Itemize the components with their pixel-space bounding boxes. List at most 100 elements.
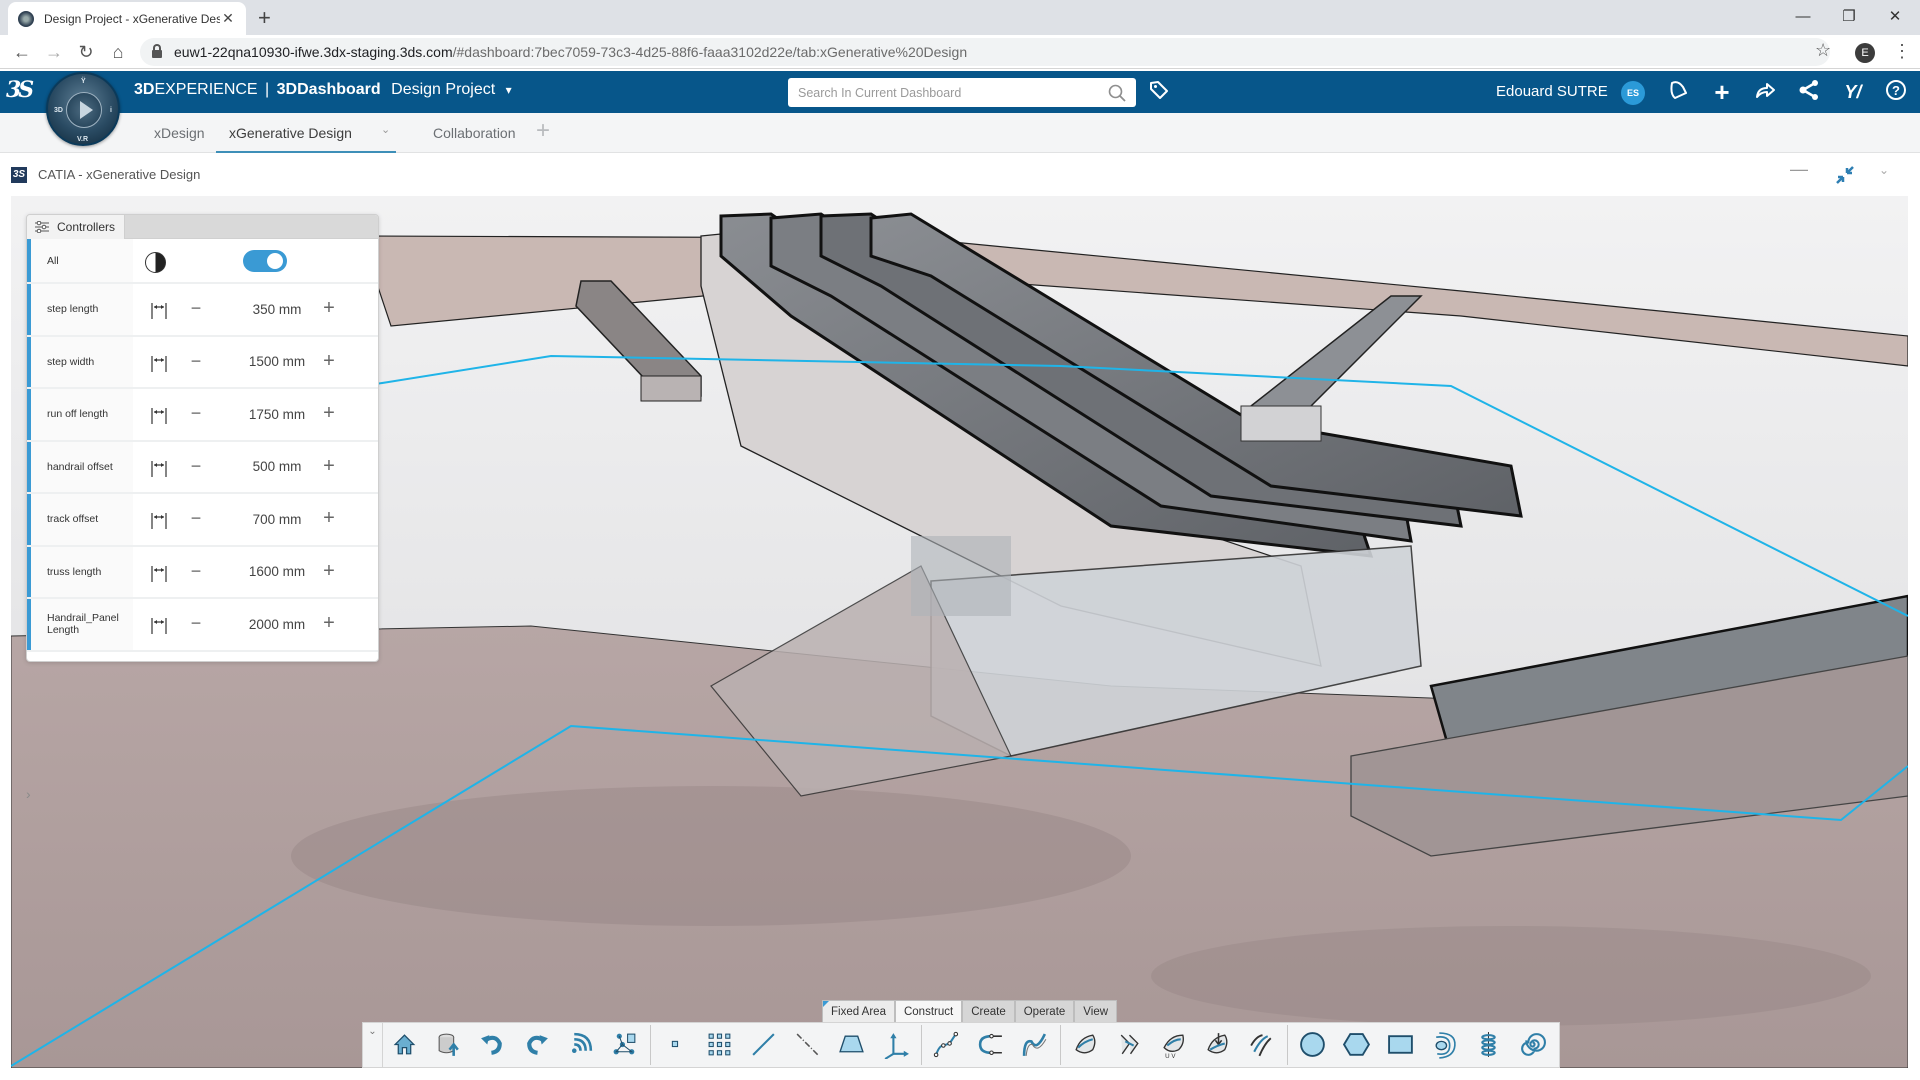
ds-logo-icon[interactable]: 3S xyxy=(6,77,38,107)
dimension-icon[interactable] xyxy=(149,564,169,584)
increment-button[interactable]: + xyxy=(319,350,339,373)
dimension-icon[interactable] xyxy=(149,354,169,374)
dashboard-search[interactable] xyxy=(788,78,1136,107)
add-icon[interactable]: + xyxy=(1709,79,1735,105)
save-upload-button[interactable] xyxy=(427,1025,471,1065)
action-bar-collapse-chevron-icon[interactable]: ⌄ xyxy=(363,1022,383,1068)
increment-button[interactable]: + xyxy=(319,560,339,583)
reload-icon[interactable]: ↻ xyxy=(74,40,98,64)
section-tab-construct[interactable]: Construct xyxy=(894,1000,963,1022)
window-close-button[interactable]: ✕ xyxy=(1872,4,1918,30)
uv-surface-button[interactable]: U V xyxy=(1152,1025,1196,1065)
tab-collaboration[interactable]: Collaboration xyxy=(433,113,516,153)
apps-compass-icon[interactable]: Y/ xyxy=(1840,79,1866,105)
point-grid-button[interactable] xyxy=(698,1025,742,1065)
decrement-button[interactable]: − xyxy=(186,508,206,529)
spline-button[interactable] xyxy=(1013,1025,1057,1065)
rectangle-button[interactable] xyxy=(1379,1025,1423,1065)
dimension-icon[interactable] xyxy=(149,459,169,479)
share-arrow-icon[interactable] xyxy=(1752,79,1778,105)
dimension-icon[interactable] xyxy=(149,511,169,531)
window-minimize-button[interactable]: — xyxy=(1780,4,1826,30)
undo-button[interactable] xyxy=(471,1025,515,1065)
controller-value[interactable]: 1500 mm xyxy=(227,354,327,369)
dimension-icon[interactable] xyxy=(149,301,169,321)
point-button[interactable] xyxy=(654,1025,698,1065)
decrement-button[interactable]: − xyxy=(186,403,206,424)
increment-button[interactable]: + xyxy=(319,612,339,635)
bookmark-star-icon[interactable]: ☆ xyxy=(1815,40,1831,61)
plane-button[interactable] xyxy=(830,1025,874,1065)
window-restore-button[interactable]: ❐ xyxy=(1826,4,1872,30)
increment-button[interactable]: + xyxy=(319,455,339,478)
back-icon[interactable]: ← xyxy=(10,40,34,64)
controller-value[interactable]: 2000 mm xyxy=(227,617,327,632)
decrement-button[interactable]: − xyxy=(186,613,206,634)
helix-button[interactable] xyxy=(1467,1025,1511,1065)
controllers-tab[interactable]: Controllers xyxy=(27,215,125,239)
user-name[interactable]: Edouard SUTRE xyxy=(1496,83,1608,100)
controller-value[interactable]: 1750 mm xyxy=(227,407,327,422)
line-button[interactable] xyxy=(742,1025,786,1065)
controller-value[interactable]: 700 mm xyxy=(227,512,327,527)
section-tab-view[interactable]: View xyxy=(1074,1000,1118,1022)
profile-avatar[interactable]: E xyxy=(1855,43,1875,63)
sweep-surface-button[interactable] xyxy=(1064,1025,1108,1065)
connect-curve-button[interactable] xyxy=(969,1025,1013,1065)
controller-value[interactable]: 1600 mm xyxy=(227,564,327,579)
notifications-icon[interactable] xyxy=(1665,79,1691,105)
browser-menu-icon[interactable]: ⋮ xyxy=(1893,41,1911,61)
forward-icon[interactable]: → xyxy=(42,40,66,64)
ellipse-spiral-button[interactable] xyxy=(1423,1025,1467,1065)
url-field[interactable]: euw1-22qna10930-ifwe.3dx-staging.3ds.com… xyxy=(140,38,1830,66)
play-icon[interactable] xyxy=(80,101,93,119)
decrement-button[interactable]: − xyxy=(186,456,206,477)
project-chevron-down-icon[interactable]: ▾ xyxy=(506,83,512,97)
tab-xgenerative-design[interactable]: xGenerative Design xyxy=(216,113,396,154)
panel-expand-chevron-icon[interactable]: › xyxy=(26,786,31,802)
redo-button[interactable] xyxy=(515,1025,559,1065)
section-tab-operate[interactable]: Operate xyxy=(1014,1000,1075,1022)
increment-button[interactable]: + xyxy=(319,402,339,425)
search-input[interactable] xyxy=(798,85,1108,100)
home-icon[interactable]: ⌂ xyxy=(106,40,130,64)
increment-button[interactable]: + xyxy=(319,507,339,530)
user-avatar[interactable]: ES xyxy=(1621,81,1645,105)
widget-menu-chevron-icon[interactable]: ⌄ xyxy=(1879,163,1889,177)
controller-value[interactable]: 350 mm xyxy=(227,302,327,317)
hexagon-button[interactable] xyxy=(1335,1025,1379,1065)
all-toggle[interactable] xyxy=(243,250,287,272)
polyline-button[interactable] xyxy=(925,1025,969,1065)
increment-button[interactable]: + xyxy=(319,297,339,320)
new-tab-button[interactable]: + xyxy=(258,5,271,31)
widget-collapse-icon[interactable] xyxy=(1833,163,1857,187)
section-tab-fixed-area[interactable]: Fixed Area xyxy=(822,1000,895,1022)
widget-minimize-icon[interactable]: — xyxy=(1790,159,1808,180)
tab-chevron-down-icon[interactable]: ⌄ xyxy=(381,123,390,136)
help-icon[interactable]: ? xyxy=(1883,79,1909,105)
axis-line-button[interactable] xyxy=(786,1025,830,1065)
project-surface-button[interactable] xyxy=(1196,1025,1240,1065)
contrast-icon[interactable] xyxy=(145,252,166,273)
decrement-button[interactable]: − xyxy=(186,298,206,319)
browser-tab[interactable]: Design Project - xGenerative Des ✕ xyxy=(8,2,246,35)
circle-button[interactable] xyxy=(1291,1025,1335,1065)
search-icon[interactable] xyxy=(1108,84,1126,102)
decrement-button[interactable]: − xyxy=(186,351,206,372)
tag-icon[interactable] xyxy=(1146,79,1172,105)
share-network-icon[interactable] xyxy=(1796,79,1822,105)
3d-compass[interactable]: Ÿ 3D i V.R xyxy=(46,72,120,146)
section-tab-create[interactable]: Create xyxy=(962,1000,1015,1022)
controller-value[interactable]: 500 mm xyxy=(227,459,327,474)
multi-section-button[interactable] xyxy=(1108,1025,1152,1065)
dimension-icon[interactable] xyxy=(149,406,169,426)
home-button[interactable] xyxy=(383,1025,427,1065)
project-name[interactable]: Design Project xyxy=(391,81,495,98)
add-tab-icon[interactable]: + xyxy=(536,117,550,145)
parallel-curves-button[interactable] xyxy=(1240,1025,1284,1065)
decrement-button[interactable]: − xyxy=(186,561,206,582)
feed-button[interactable] xyxy=(559,1025,603,1065)
graph-node-button[interactable] xyxy=(603,1025,647,1065)
close-tab-icon[interactable]: ✕ xyxy=(220,10,236,27)
spiral-button[interactable] xyxy=(1511,1025,1555,1065)
